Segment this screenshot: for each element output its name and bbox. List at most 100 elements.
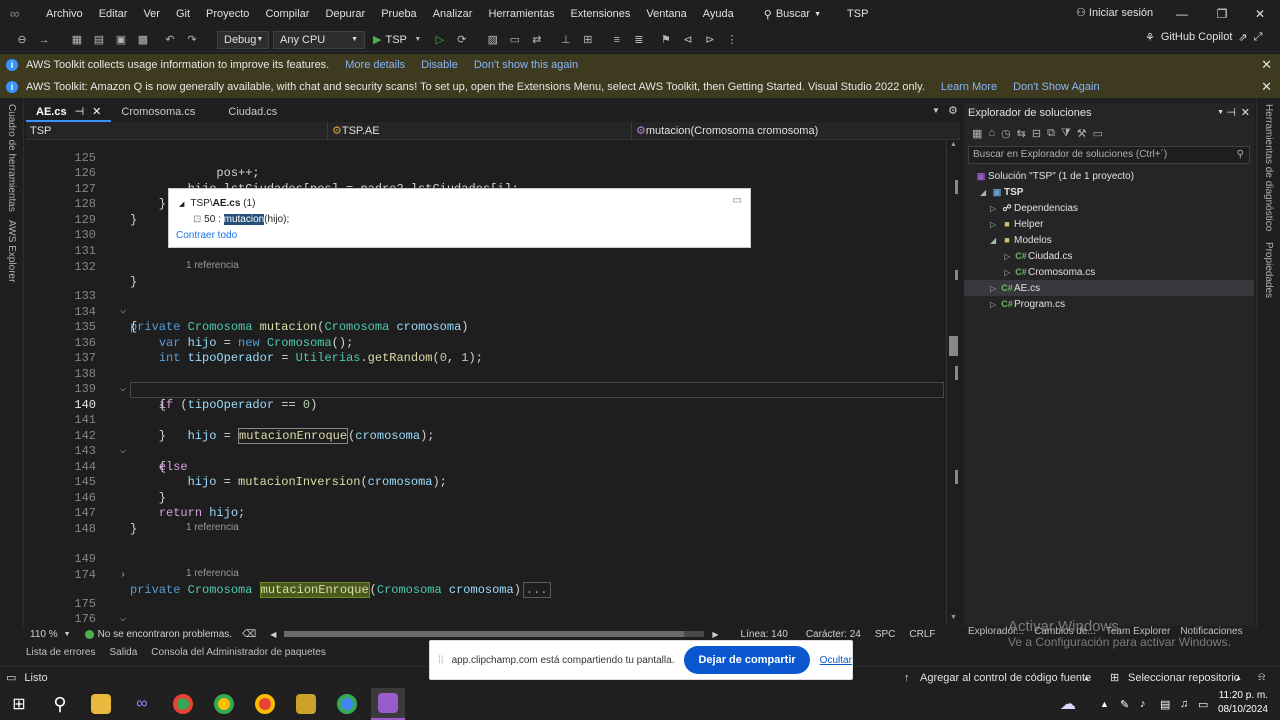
menu-prueba[interactable]: Prueba (373, 0, 424, 28)
scroll-up-icon[interactable]: ▲ (950, 141, 957, 148)
outdent-icon[interactable]: ≣ (631, 32, 647, 48)
select-repository[interactable]: Seleccionar repositorio (1128, 672, 1240, 684)
cursor-line[interactable]: Línea: 140 (741, 629, 788, 640)
collapse-all-icon[interactable]: ⊟ (1032, 127, 1041, 140)
maximize-icon[interactable]: ❐ (1202, 0, 1242, 28)
share-icon[interactable]: ⇗ (1238, 31, 1247, 44)
code-map-icon[interactable]: ⊞ (580, 32, 596, 48)
menu-ventana[interactable]: Ventana (638, 0, 694, 28)
expand-triangle-icon[interactable]: ▷ (990, 217, 1000, 233)
cloud-icon[interactable]: ☁ (1060, 694, 1076, 714)
undo-icon[interactable]: ↶ (162, 32, 178, 48)
tab-error-list[interactable]: Lista de errores (26, 644, 95, 662)
menu-depurar[interactable]: Depurar (317, 0, 373, 28)
notification-bell-icon[interactable]: ⍾ (1258, 671, 1265, 684)
tab-ciudad-cs[interactable]: Ciudad.cs (218, 102, 287, 122)
visual-studio-taskbar-icon[interactable] (371, 688, 405, 720)
zoom-level[interactable]: 110 % (30, 629, 58, 640)
chrome-profile-2-icon[interactable] (248, 688, 282, 720)
tree-item-dependencies[interactable]: ▷ ☍ Dependencias (964, 200, 1254, 216)
new-item-icon[interactable]: ▦ (69, 32, 85, 48)
search-menu[interactable]: ⚲ Buscar ▼ (756, 8, 829, 21)
menu-extensiones[interactable]: Extensiones (562, 0, 638, 28)
tab-cromosoma-cs[interactable]: Cromosoma.cs (111, 102, 218, 122)
properties-icon[interactable]: ⚒ (1077, 127, 1087, 140)
member-dropdown[interactable]: ⚙mutacion(Cromosoma cromosoma) (632, 122, 958, 140)
settings-icon[interactable]: ⚙ (948, 104, 958, 117)
cursor-column[interactable]: Carácter: 24 (806, 629, 861, 640)
close-icon[interactable]: ✕ (92, 102, 101, 120)
home-icon[interactable]: ⌂ (988, 127, 995, 139)
signin-button[interactable]: ⚇ Iniciar sesión (1076, 0, 1153, 26)
pin-icon[interactable]: ⊣ (1226, 104, 1236, 122)
horizontal-scrollbar[interactable] (284, 631, 705, 637)
dont-show-again-link[interactable]: Don't Show Again (1013, 81, 1100, 93)
expand-triangle-icon[interactable]: ▷ (1004, 265, 1014, 281)
align-icon[interactable]: ⊥ (558, 32, 574, 48)
preview-icon[interactable]: ▭ (1093, 127, 1103, 140)
solution-explorer-search[interactable]: Buscar en Explorador de soluciones (Ctrl… (968, 146, 1250, 164)
browse-icon[interactable]: ▨ (485, 32, 501, 48)
file-explorer-icon[interactable] (84, 688, 118, 720)
dont-show-again-link[interactable]: Don't show this again (474, 59, 578, 71)
layout-icon[interactable]: ▭ (507, 32, 523, 48)
scroll-right-icon[interactable]: ▶ (712, 630, 718, 639)
scroll-down-icon[interactable]: ▼ (950, 614, 957, 621)
back-icon[interactable]: ⊖ (14, 32, 30, 48)
minimize-icon[interactable]: — (1162, 0, 1202, 28)
open-folder-icon[interactable]: ▤ (91, 32, 107, 48)
close-icon[interactable]: ✕ (1241, 104, 1250, 122)
tree-item-solution[interactable]: ▣ Solución "TSP" (1 de 1 proyecto) (964, 168, 1254, 184)
tab-package-manager-console[interactable]: Consola del Administrador de paquetes (151, 644, 326, 662)
collapse-icon[interactable]: ⌵ (120, 612, 126, 626)
menu-analizar[interactable]: Analizar (425, 0, 481, 28)
collapse-triangle-icon[interactable]: ◢ (990, 233, 1000, 249)
volume-icon[interactable]: ♫ (1180, 698, 1188, 710)
tree-item-ae-cs[interactable]: ▷ C#AE.cs (964, 280, 1254, 296)
chevron-down-icon[interactable]: ▼ (410, 32, 426, 48)
microphone-icon[interactable]: ♪ (1140, 698, 1146, 710)
stop-sharing-button[interactable]: Dejar de compartir (684, 646, 810, 674)
expand-triangle-icon[interactable]: ▷ (1004, 249, 1014, 265)
menu-editar[interactable]: Editar (91, 0, 136, 28)
tab-output[interactable]: Salida (109, 644, 137, 662)
history-icon[interactable]: ◷ (1001, 127, 1011, 140)
pen-icon[interactable]: ✎ (1120, 698, 1129, 711)
learn-more-link[interactable]: Learn More (941, 81, 997, 93)
menu-git[interactable]: Git (168, 0, 198, 28)
editor-vertical-scrollbar[interactable]: ▲ ▼ (946, 140, 960, 626)
tree-item-project[interactable]: ◢ ▣ TSP (964, 184, 1254, 200)
disable-link[interactable]: Disable (421, 59, 458, 71)
add-source-control[interactable]: Agregar al control de código fuente (920, 672, 1091, 684)
scroll-thumb[interactable] (284, 631, 685, 637)
app-infinity-icon[interactable]: ∞ (125, 688, 159, 720)
brush-icon[interactable]: ⌫ (242, 629, 256, 640)
forward-icon[interactable]: → (36, 32, 52, 48)
overflow-icon[interactable]: ⋮ (724, 32, 740, 48)
save-all-icon[interactable]: ▩ (135, 32, 151, 48)
chrome-profile-3-icon[interactable] (330, 688, 364, 720)
close-icon[interactable]: ✕ (1261, 57, 1272, 73)
expand-triangle-icon[interactable]: ▷ (990, 281, 1000, 297)
redo-icon[interactable]: ↷ (184, 32, 200, 48)
collapse-triangle-icon[interactable]: ◢ (980, 185, 990, 201)
copy-icon[interactable]: ⧉ (1047, 127, 1055, 140)
bookmark-prev-icon[interactable]: ⊲ (680, 32, 696, 48)
hide-link[interactable]: Ocultar (820, 655, 852, 666)
bookmark-icon[interactable]: ⚑ (658, 32, 674, 48)
pin-icon[interactable]: ⊣ (75, 102, 85, 120)
github-copilot-button[interactable]: ⚘ GitHub Copilot ⇗ ⤢ (1145, 31, 1262, 44)
chevron-down-icon[interactable]: ▼ (64, 631, 71, 638)
chevron-up-icon[interactable]: ▲ (1100, 699, 1109, 709)
expand-triangle-icon[interactable]: ▷ (990, 201, 1000, 217)
scroll-thumb[interactable] (949, 336, 958, 356)
battery-icon[interactable]: ▭ (1198, 698, 1208, 711)
switch-views-icon[interactable]: ▦ (972, 127, 982, 140)
tree-item-helper[interactable]: ▷ ■ Helper (964, 216, 1254, 232)
collapse-all-link[interactable]: Contraer todo (176, 230, 237, 241)
bookmark-next-icon[interactable]: ⊳ (702, 32, 718, 48)
play-icon[interactable]: ▶ (373, 33, 381, 46)
properties-tab[interactable]: Propiedades (1263, 242, 1274, 298)
tools-app-icon[interactable] (289, 688, 323, 720)
tab-list-icon[interactable]: ▼ (932, 106, 940, 115)
